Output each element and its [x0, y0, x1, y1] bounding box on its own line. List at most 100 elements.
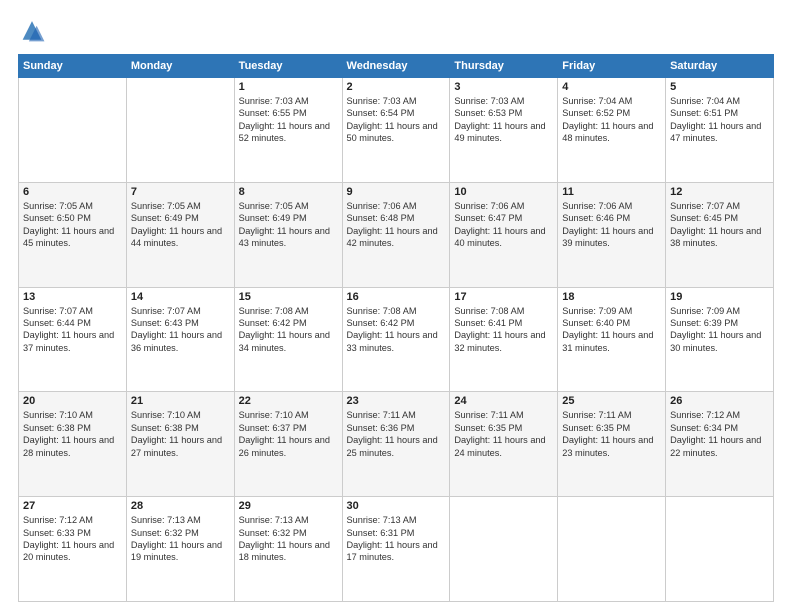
- calendar-day-cell: 3 Sunrise: 7:03 AM Sunset: 6:53 PM Daylig…: [450, 78, 558, 183]
- day-number: 22: [239, 395, 338, 407]
- calendar-week-row: 6Sunrise: 7:05 AM Sunset: 6:50 PM Daylig…: [19, 182, 774, 287]
- header: [18, 18, 774, 46]
- day-info: Sunrise: 7:04 AM Sunset: 6:51 PM Dayligh…: [670, 95, 769, 145]
- calendar-day-header: Friday: [558, 55, 666, 78]
- calendar-day-cell: 24 Sunrise: 7:11 AM Sunset: 6:35 PM Dayli…: [450, 392, 558, 497]
- logo-icon: [18, 18, 46, 46]
- day-number: 10: [454, 186, 553, 198]
- calendar-week-row: 13 Sunrise: 7:07 AM Sunset: 6:44 PM Dayli…: [19, 287, 774, 392]
- calendar-day-cell: 10 Sunrise: 7:06 AM Sunset: 6:47 PM Dayli…: [450, 182, 558, 287]
- day-number: 13: [23, 291, 122, 303]
- calendar-header-row: SundayMondayTuesdayWednesdayThursdayFrid…: [19, 55, 774, 78]
- day-number: 12: [670, 186, 769, 198]
- day-number: 6: [23, 186, 122, 198]
- day-info: Sunrise: 7:07 AM Sunset: 6:43 PM Dayligh…: [131, 305, 230, 355]
- day-number: 11: [562, 186, 661, 198]
- calendar-day-cell: 30 Sunrise: 7:13 AM Sunset: 6:31 PM Dayli…: [342, 497, 450, 602]
- calendar-day-cell: 13 Sunrise: 7:07 AM Sunset: 6:44 PM Dayli…: [19, 287, 127, 392]
- day-info: Sunrise: 7:07 AM Sunset: 6:44 PM Dayligh…: [23, 305, 122, 355]
- day-info: Sunrise: 7:13 AM Sunset: 6:32 PM Dayligh…: [131, 514, 230, 564]
- day-info: Sunrise: 7:03 AM Sunset: 6:53 PM Dayligh…: [454, 95, 553, 145]
- day-info: Sunrise: 7:04 AM Sunset: 6:52 PM Dayligh…: [562, 95, 661, 145]
- day-info: Sunrise: 7:11 AM Sunset: 6:35 PM Dayligh…: [562, 409, 661, 459]
- calendar-day-cell: 20Sunrise: 7:10 AM Sunset: 6:38 PM Dayli…: [19, 392, 127, 497]
- day-info: Sunrise: 7:06 AM Sunset: 6:46 PM Dayligh…: [562, 200, 661, 250]
- day-info: Sunrise: 7:09 AM Sunset: 6:39 PM Dayligh…: [670, 305, 769, 355]
- calendar-day-cell: [666, 497, 774, 602]
- day-number: 18: [562, 291, 661, 303]
- calendar-day-cell: 7 Sunrise: 7:05 AM Sunset: 6:49 PM Daylig…: [126, 182, 234, 287]
- calendar-day-cell: 9 Sunrise: 7:06 AM Sunset: 6:48 PM Daylig…: [342, 182, 450, 287]
- day-info: Sunrise: 7:10 AM Sunset: 6:37 PM Dayligh…: [239, 409, 338, 459]
- day-number: 1: [239, 81, 338, 93]
- day-number: 8: [239, 186, 338, 198]
- day-number: 14: [131, 291, 230, 303]
- calendar-day-cell: 25Sunrise: 7:11 AM Sunset: 6:35 PM Dayli…: [558, 392, 666, 497]
- page: SundayMondayTuesdayWednesdayThursdayFrid…: [0, 0, 792, 612]
- day-number: 24: [454, 395, 553, 407]
- calendar-day-cell: [19, 78, 127, 183]
- calendar-day-cell: 8 Sunrise: 7:05 AM Sunset: 6:49 PM Daylig…: [234, 182, 342, 287]
- day-number: 5: [670, 81, 769, 93]
- day-number: 2: [347, 81, 446, 93]
- day-info: Sunrise: 7:03 AM Sunset: 6:54 PM Dayligh…: [347, 95, 446, 145]
- calendar-day-header: Monday: [126, 55, 234, 78]
- calendar-day-cell: 21 Sunrise: 7:10 AM Sunset: 6:38 PM Dayli…: [126, 392, 234, 497]
- calendar-day-cell: [126, 78, 234, 183]
- day-number: 26: [670, 395, 769, 407]
- calendar-table: SundayMondayTuesdayWednesdayThursdayFrid…: [18, 54, 774, 602]
- day-info: Sunrise: 7:12 AM Sunset: 6:33 PM Dayligh…: [23, 514, 122, 564]
- calendar-day-cell: 17Sunrise: 7:08 AM Sunset: 6:41 PM Dayli…: [450, 287, 558, 392]
- calendar-day-header: Wednesday: [342, 55, 450, 78]
- calendar-day-cell: 15 Sunrise: 7:08 AM Sunset: 6:42 PM Dayli…: [234, 287, 342, 392]
- day-info: Sunrise: 7:10 AM Sunset: 6:38 PM Dayligh…: [131, 409, 230, 459]
- calendar-week-row: 27 Sunrise: 7:12 AM Sunset: 6:33 PM Dayli…: [19, 497, 774, 602]
- day-info: Sunrise: 7:06 AM Sunset: 6:48 PM Dayligh…: [347, 200, 446, 250]
- day-info: Sunrise: 7:05 AM Sunset: 6:49 PM Dayligh…: [131, 200, 230, 250]
- day-number: 3: [454, 81, 553, 93]
- calendar-day-header: Sunday: [19, 55, 127, 78]
- calendar-day-cell: 4 Sunrise: 7:04 AM Sunset: 6:52 PM Daylig…: [558, 78, 666, 183]
- day-number: 20: [23, 395, 122, 407]
- day-number: 27: [23, 500, 122, 512]
- calendar-week-row: 20 Sunrise: 7:10 AM Sunset: 6:38 PM Dayli…: [19, 392, 774, 497]
- day-info: Sunrise: 7:08 AM Sunset: 6:42 PM Dayligh…: [347, 305, 446, 355]
- calendar-day-cell: 18Sunrise: 7:09 AM Sunset: 6:40 PM Dayli…: [558, 287, 666, 392]
- calendar-day-header: Saturday: [666, 55, 774, 78]
- day-info: Sunrise: 7:05 AM Sunset: 6:49 PM Dayligh…: [239, 200, 338, 250]
- day-number: 7: [131, 186, 230, 198]
- calendar-day-cell: 23 Sunrise: 7:11 AM Sunset: 6:36 PM Dayli…: [342, 392, 450, 497]
- day-info: Sunrise: 7:03 AM Sunset: 6:55 PM Dayligh…: [239, 95, 338, 145]
- day-info: Sunrise: 7:08 AM Sunset: 6:41 PM Dayligh…: [454, 305, 553, 355]
- day-number: 19: [670, 291, 769, 303]
- day-number: 15: [239, 291, 338, 303]
- calendar-day-cell: 2 Sunrise: 7:03 AM Sunset: 6:54 PM Daylig…: [342, 78, 450, 183]
- calendar-day-cell: 29 Sunrise: 7:13 AM Sunset: 6:32 PM Dayli…: [234, 497, 342, 602]
- day-info: Sunrise: 7:06 AM Sunset: 6:47 PM Dayligh…: [454, 200, 553, 250]
- day-number: 16: [347, 291, 446, 303]
- calendar-day-cell: 16 Sunrise: 7:08 AM Sunset: 6:42 PM Dayli…: [342, 287, 450, 392]
- day-number: 29: [239, 500, 338, 512]
- day-info: Sunrise: 7:11 AM Sunset: 6:36 PM Dayligh…: [347, 409, 446, 459]
- calendar-day-header: Thursday: [450, 55, 558, 78]
- day-number: 23: [347, 395, 446, 407]
- day-number: 9: [347, 186, 446, 198]
- day-info: Sunrise: 7:08 AM Sunset: 6:42 PM Dayligh…: [239, 305, 338, 355]
- calendar-day-cell: 26 Sunrise: 7:12 AM Sunset: 6:34 PM Dayli…: [666, 392, 774, 497]
- calendar-day-cell: 12Sunrise: 7:07 AM Sunset: 6:45 PM Dayli…: [666, 182, 774, 287]
- calendar-day-cell: 11 Sunrise: 7:06 AM Sunset: 6:46 PM Dayli…: [558, 182, 666, 287]
- calendar-day-cell: 19 Sunrise: 7:09 AM Sunset: 6:39 PM Dayli…: [666, 287, 774, 392]
- day-info: Sunrise: 7:13 AM Sunset: 6:32 PM Dayligh…: [239, 514, 338, 564]
- day-number: 30: [347, 500, 446, 512]
- day-info: Sunrise: 7:12 AM Sunset: 6:34 PM Dayligh…: [670, 409, 769, 459]
- day-number: 4: [562, 81, 661, 93]
- day-info: Sunrise: 7:11 AM Sunset: 6:35 PM Dayligh…: [454, 409, 553, 459]
- calendar-day-cell: [558, 497, 666, 602]
- calendar-day-cell: 27 Sunrise: 7:12 AM Sunset: 6:33 PM Dayli…: [19, 497, 127, 602]
- logo: [18, 18, 50, 46]
- day-info: Sunrise: 7:13 AM Sunset: 6:31 PM Dayligh…: [347, 514, 446, 564]
- day-number: 21: [131, 395, 230, 407]
- calendar-day-cell: 6Sunrise: 7:05 AM Sunset: 6:50 PM Daylig…: [19, 182, 127, 287]
- calendar-day-header: Tuesday: [234, 55, 342, 78]
- calendar-day-cell: [450, 497, 558, 602]
